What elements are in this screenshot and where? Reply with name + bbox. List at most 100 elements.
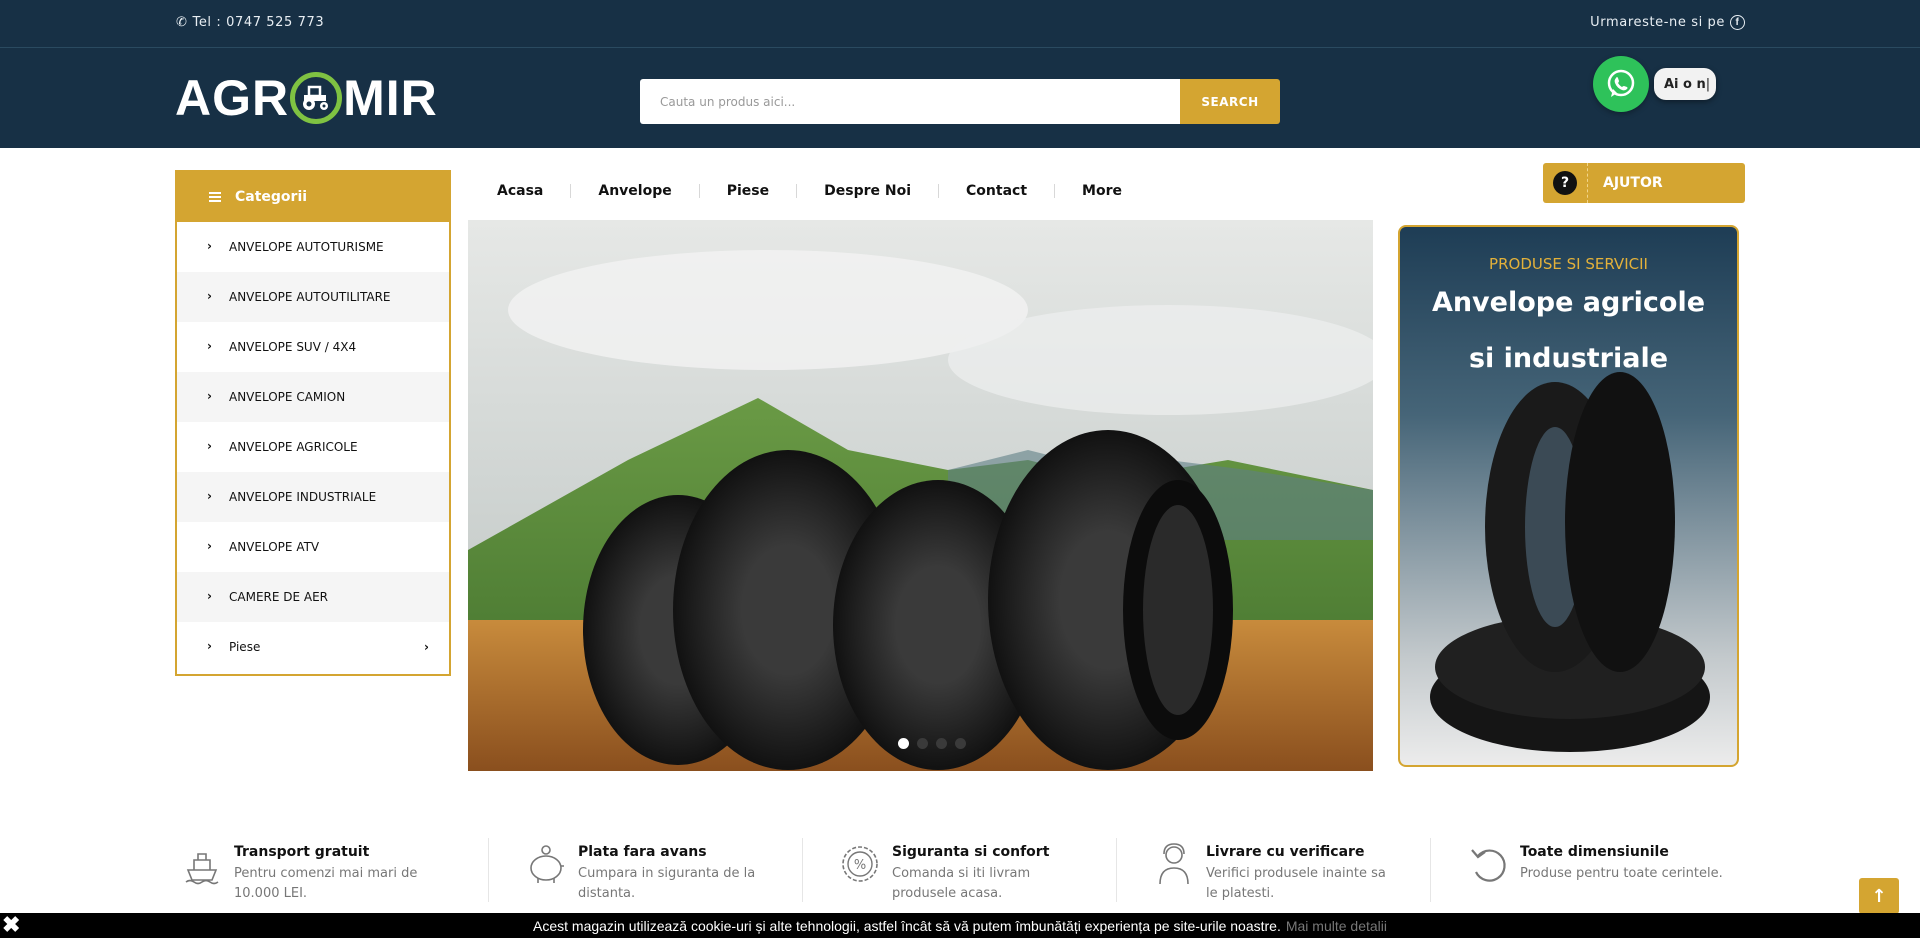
categories-panel: Categorii › ANVELOPE AUTOTURISME › ANVELOP… — [175, 170, 451, 676]
feature-desc: le platesti. — [1206, 886, 1275, 901]
category-label: ANVELOPE ATV — [229, 540, 320, 554]
feature-title: Plata fara avans — [578, 844, 707, 860]
chevron-right-icon: › — [207, 288, 212, 303]
feature-desc: produsele acasa. — [892, 886, 1003, 901]
feature-plata: Plata fara avans Cumpara in siguranta de … — [526, 842, 755, 902]
categories-header[interactable]: Categorii — [177, 172, 449, 222]
help-button[interactable]: ? AJUTOR — [1543, 163, 1745, 203]
whatsapp-icon — [1607, 69, 1635, 97]
category-item[interactable]: › ANVELOPE AUTOTURISME — [177, 222, 449, 272]
feature-livrare: Livrare cu verificare Verifici produsele … — [1154, 842, 1386, 902]
menu-icon — [209, 192, 221, 202]
category-item-piese[interactable]: › Piese › — [177, 622, 449, 672]
feature-title: Transport gratuit — [234, 844, 370, 860]
feature-siguranta: % Siguranta si confort Comanda si iti liv… — [840, 842, 1049, 902]
phone-info[interactable]: ✆ Tel : 0747 525 773 — [176, 15, 324, 30]
rotate-icon — [1471, 849, 1506, 882]
phone-text: Tel : 0747 525 773 — [192, 15, 325, 30]
courier-icon — [1159, 843, 1189, 885]
category-label: Piese — [229, 640, 261, 654]
tires-image — [1430, 372, 1710, 752]
category-label: ANVELOPE AGRICOLE — [229, 440, 358, 454]
feature-desc: distanta. — [578, 886, 636, 901]
category-label: ANVELOPE AUTOTURISME — [229, 240, 384, 254]
cookie-text: Acest magazin utilizează cookie-uri și a… — [533, 917, 1281, 934]
feature-desc: 10.000 LEI. — [234, 886, 308, 901]
main-nav: Acasa Anvelope Piese Despre Noi Contact … — [470, 178, 1149, 204]
feature-title: Siguranta si confort — [892, 844, 1050, 860]
feature-title: Livrare cu verificare — [1206, 844, 1365, 860]
svg-text:%: % — [854, 858, 866, 873]
feature-desc: Cumpara in siguranta de la — [578, 866, 756, 881]
category-item[interactable]: › ANVELOPE AGRICOLE — [177, 422, 449, 472]
whatsapp-bubble-text: Ai o n — [1664, 76, 1706, 92]
slider-dots — [898, 738, 966, 749]
chevron-right-icon: › — [207, 338, 212, 353]
divider — [1587, 163, 1588, 203]
feature-desc: Verifici produsele inainte sa — [1206, 866, 1386, 881]
chevron-right-icon: › — [207, 588, 212, 603]
whatsapp-button[interactable] — [1593, 56, 1649, 112]
feature-desc: Pentru comenzi mai mari de — [234, 866, 418, 881]
divider — [488, 838, 489, 902]
nav-more[interactable]: More — [1055, 184, 1149, 198]
category-item[interactable]: › ANVELOPE INDUSTRIALE — [177, 472, 449, 522]
hero-slider[interactable] — [468, 220, 1373, 771]
feature-desc: Comanda si iti livram — [892, 866, 1031, 881]
chevron-right-icon: › — [207, 638, 212, 653]
whatsapp-bubble[interactable]: Ai o n | — [1654, 68, 1716, 100]
nav-contact[interactable]: Contact — [939, 184, 1056, 198]
category-label: ANVELOPE AUTOUTILITARE — [229, 290, 391, 304]
category-label: ANVELOPE INDUSTRIALE — [229, 490, 377, 504]
scroll-to-top-button[interactable]: ↑ — [1859, 878, 1899, 914]
categories-title: Categorii — [235, 189, 308, 205]
feature-dimensiuni: Toate dimensiunile Produse pentru toate c… — [1468, 842, 1723, 902]
chevron-right-icon: › — [424, 640, 429, 654]
cookie-more-link[interactable]: Mai multe detalii — [1286, 918, 1387, 934]
category-label: ANVELOPE SUV / 4X4 — [229, 340, 357, 354]
category-label: CAMERE DE AER — [229, 590, 329, 604]
phone-icon: ✆ — [176, 15, 188, 30]
feature-desc: Produse pentru toate cerintele. — [1520, 866, 1723, 881]
logo-text-right: MIR — [343, 70, 438, 126]
top-bar: ✆ Tel : 0747 525 773 Urmareste-ne si pe … — [0, 0, 1920, 48]
logo[interactable]: AGR MIR — [175, 70, 438, 126]
category-item[interactable]: › CAMERE DE AER — [177, 572, 449, 622]
category-item[interactable]: › ANVELOPE AUTOUTILITARE — [177, 272, 449, 322]
category-item[interactable]: › ANVELOPE SUV / 4X4 — [177, 322, 449, 372]
chevron-right-icon: › — [207, 238, 212, 253]
hero-image — [468, 220, 1373, 771]
piggy-bank-icon — [530, 845, 564, 883]
chevron-right-icon: › — [207, 488, 212, 503]
divider — [1430, 838, 1431, 902]
tractor-icon — [290, 72, 343, 124]
facebook-icon[interactable]: f — [1730, 15, 1745, 30]
slider-dot[interactable] — [898, 738, 909, 749]
arrow-up-icon: ↑ — [1871, 885, 1887, 907]
search-button[interactable]: SEARCH — [1180, 79, 1280, 124]
feature-title: Toate dimensiunile — [1520, 844, 1669, 860]
divider — [802, 838, 803, 902]
search-bar: SEARCH — [640, 79, 1280, 124]
question-icon: ? — [1553, 171, 1577, 195]
category-item[interactable]: › ANVELOPE ATV — [177, 522, 449, 572]
close-icon[interactable]: ✖ — [2, 914, 20, 936]
nav-acasa[interactable]: Acasa — [470, 184, 572, 198]
slider-dot[interactable] — [955, 738, 966, 749]
search-input[interactable] — [640, 79, 1180, 124]
ship-icon — [185, 853, 219, 885]
divider — [1116, 838, 1117, 902]
category-item[interactable]: › ANVELOPE CAMION — [177, 372, 449, 422]
chevron-right-icon: › — [207, 538, 212, 553]
percent-badge-icon: % — [842, 846, 878, 882]
nav-despre-noi[interactable]: Despre Noi — [797, 184, 940, 198]
follow-us: Urmareste-ne si pe f — [1590, 15, 1745, 30]
chevron-right-icon: › — [207, 388, 212, 403]
slider-dot[interactable] — [917, 738, 928, 749]
nav-anvelope[interactable]: Anvelope — [571, 184, 700, 198]
slider-dot[interactable] — [936, 738, 947, 749]
nav-piese[interactable]: Piese — [700, 184, 798, 198]
chevron-right-icon: › — [207, 438, 212, 453]
side-banner[interactable]: PRODUSE SI SERVICII Anvelope agricole si… — [1398, 225, 1739, 767]
help-label: AJUTOR — [1603, 175, 1663, 191]
